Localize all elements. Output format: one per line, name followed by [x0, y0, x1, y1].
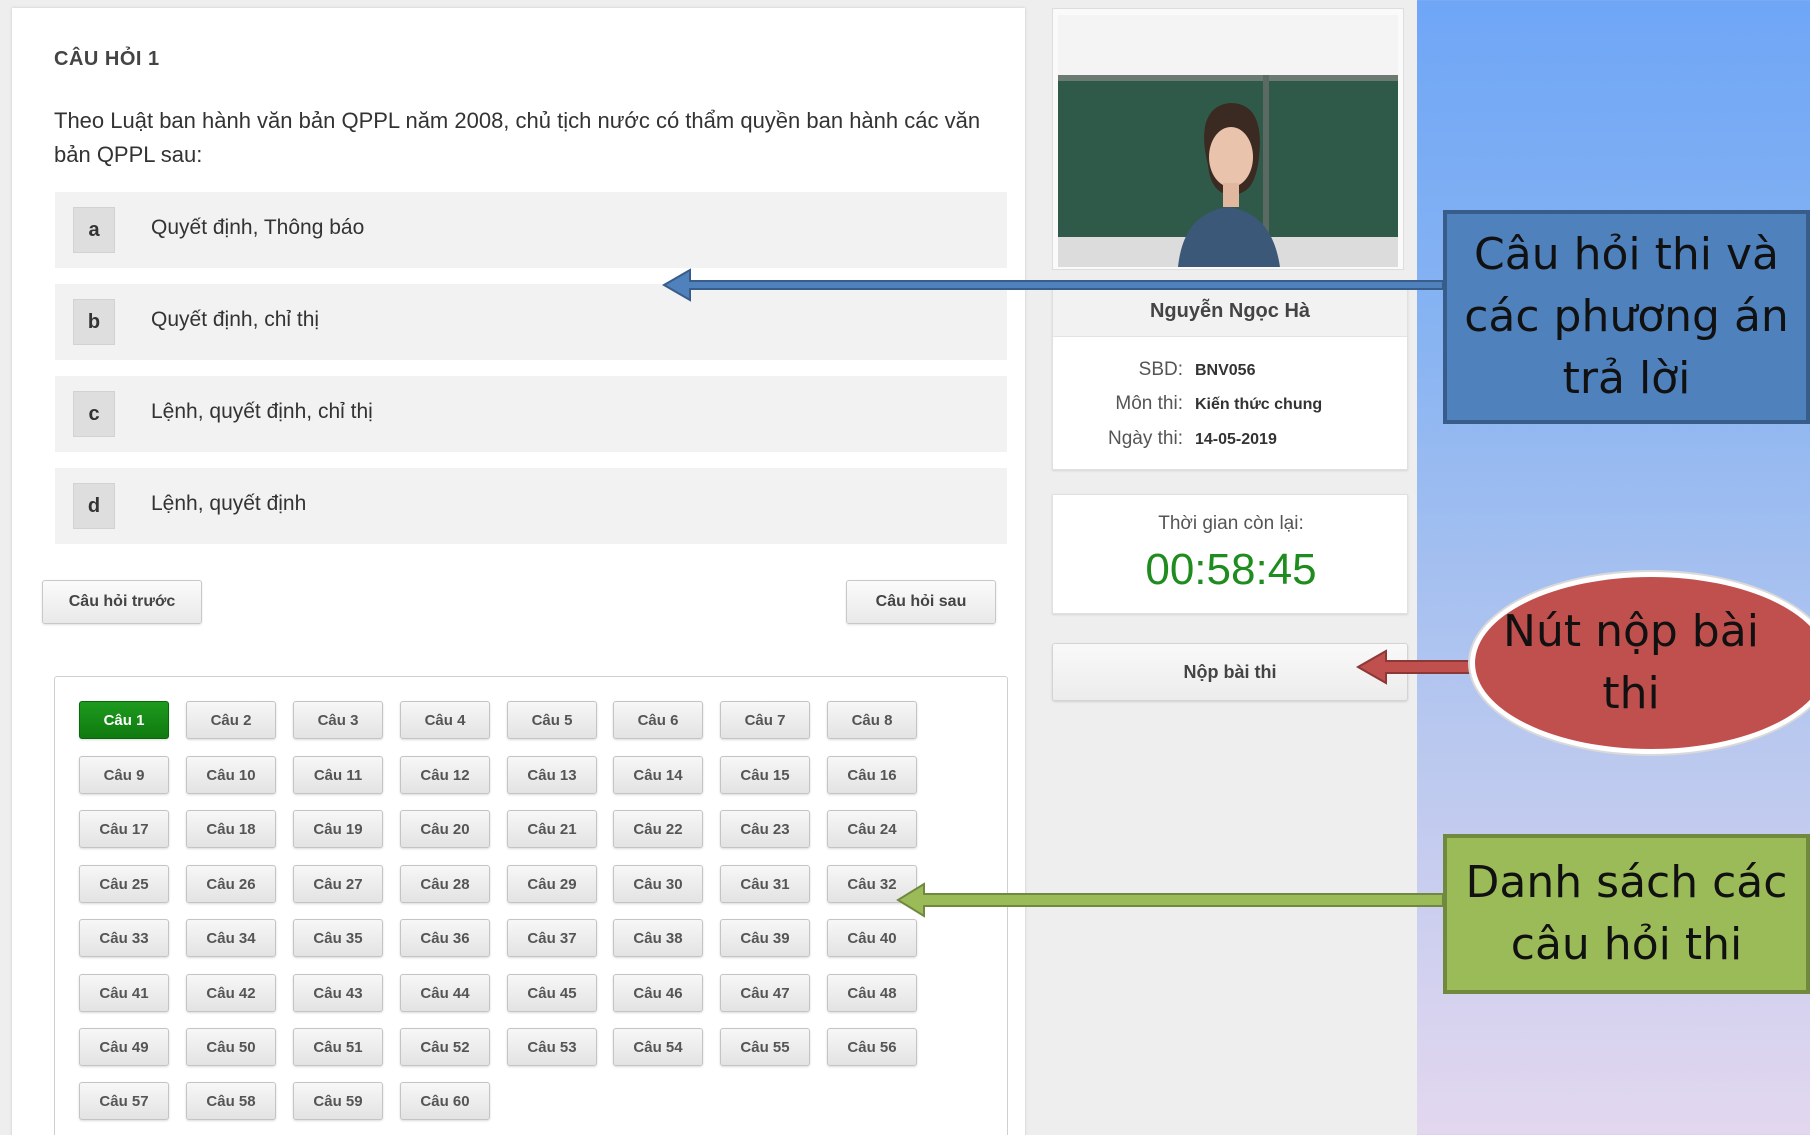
question-button[interactable]: Câu 35: [293, 919, 383, 957]
question-button[interactable]: Câu 23: [720, 810, 810, 848]
question-button[interactable]: Câu 7: [720, 701, 810, 739]
subject-label: Môn thi:: [1115, 393, 1183, 414]
question-button[interactable]: Câu 6: [613, 701, 703, 739]
question-button[interactable]: Câu 58: [186, 1082, 276, 1120]
option-c[interactable]: c Lệnh, quyết định, chỉ thị: [55, 376, 1007, 452]
callout-questions: Câu hỏi thi và các phương án trả lời: [1443, 210, 1810, 424]
question-panel: CÂU HỎI 1 Theo Luật ban hành văn bản QPP…: [12, 8, 1025, 1135]
question-button[interactable]: Câu 57: [79, 1082, 169, 1120]
question-button[interactable]: Câu 37: [507, 919, 597, 957]
question-button[interactable]: Câu 5: [507, 701, 597, 739]
question-button[interactable]: Câu 24: [827, 810, 917, 848]
question-button[interactable]: Câu 47: [720, 974, 810, 1012]
question-button[interactable]: Câu 46: [613, 974, 703, 1012]
question-button[interactable]: Câu 11: [293, 756, 383, 794]
question-text: Theo Luật ban hành văn bản QPPL năm 2008…: [54, 108, 981, 167]
question-button[interactable]: Câu 32: [827, 865, 917, 903]
question-button[interactable]: Câu 48: [827, 974, 917, 1012]
date-label: Ngày thi:: [1108, 428, 1183, 449]
question-button[interactable]: Câu 31: [720, 865, 810, 903]
question-button[interactable]: Câu 38: [613, 919, 703, 957]
submit-exam-button[interactable]: Nộp bài thi: [1052, 643, 1408, 701]
question-button[interactable]: Câu 39: [720, 919, 810, 957]
question-button[interactable]: Câu 34: [186, 919, 276, 957]
question-button[interactable]: Câu 15: [720, 756, 810, 794]
question-button[interactable]: Câu 4: [400, 701, 490, 739]
question-button[interactable]: Câu 20: [400, 810, 490, 848]
subject-value: Kiến thức chung: [1195, 396, 1323, 413]
question-button[interactable]: Câu 44: [400, 974, 490, 1012]
question-button[interactable]: Câu 60: [400, 1082, 490, 1120]
webcam-feed: [1052, 8, 1404, 270]
next-question-button[interactable]: Câu hỏi sau: [846, 580, 996, 624]
question-button[interactable]: Câu 2: [186, 701, 276, 739]
question-button[interactable]: Câu 49: [79, 1028, 169, 1066]
question-button[interactable]: Câu 17: [79, 810, 169, 848]
candidate-card: Nguyễn Ngọc Hà SBD: BNV056 Môn thi: Kiến…: [1052, 286, 1408, 470]
option-text: Lệnh, quyết định, chỉ thị: [151, 400, 373, 423]
option-key: a: [73, 207, 115, 253]
question-button[interactable]: Câu 30: [613, 865, 703, 903]
option-key: d: [73, 483, 115, 529]
question-button[interactable]: Câu 40: [827, 919, 917, 957]
question-button[interactable]: Câu 13: [507, 756, 597, 794]
timer-card: Thời gian còn lại: 00:58:45: [1052, 494, 1408, 614]
question-button[interactable]: Câu 36: [400, 919, 490, 957]
question-button[interactable]: Câu 54: [613, 1028, 703, 1066]
option-b[interactable]: b Quyết định, chỉ thị: [55, 284, 1007, 360]
option-key: b: [73, 299, 115, 345]
question-button[interactable]: Câu 51: [293, 1028, 383, 1066]
sbd-row: SBD: BNV056: [1053, 359, 1409, 387]
option-key: c: [73, 391, 115, 437]
question-button[interactable]: Câu 43: [293, 974, 383, 1012]
question-button[interactable]: Câu 25: [79, 865, 169, 903]
question-list: Câu 1 Câu 2 Câu 3 Câu 4 Câu 5 Câu 6 Câu 7 Câu 8…: [54, 676, 1008, 1135]
date-row: Ngày thi: 14-05-2019: [1053, 428, 1409, 456]
question-button[interactable]: Câu 52: [400, 1028, 490, 1066]
date-value: 14-05-2019: [1195, 431, 1277, 448]
sbd-value: BNV056: [1195, 362, 1256, 379]
question-button[interactable]: Câu 29: [507, 865, 597, 903]
timer-value: 00:58:45: [1145, 545, 1317, 594]
question-button[interactable]: Câu 19: [293, 810, 383, 848]
question-button[interactable]: Câu 22: [613, 810, 703, 848]
candidate-photo: [1058, 15, 1398, 267]
callout-question-list: Danh sách các câu hỏi thi: [1443, 834, 1810, 994]
question-button[interactable]: Câu 41: [79, 974, 169, 1012]
sbd-label: SBD:: [1138, 359, 1183, 380]
question-button[interactable]: Câu 14: [613, 756, 703, 794]
question-button[interactable]: Câu 1: [79, 701, 169, 739]
option-d[interactable]: d Lệnh, quyết định: [55, 468, 1007, 544]
timer-label: Thời gian còn lại:: [1158, 513, 1304, 534]
callout-submit: Nút nộp bài thi: [1470, 572, 1810, 754]
question-heading: CÂU HỎI 1: [54, 48, 160, 70]
question-button[interactable]: Câu 27: [293, 865, 383, 903]
question-button[interactable]: Câu 8: [827, 701, 917, 739]
option-text: Quyết định, chỉ thị: [151, 308, 320, 331]
question-button[interactable]: Câu 55: [720, 1028, 810, 1066]
question-button[interactable]: Câu 26: [186, 865, 276, 903]
question-button[interactable]: Câu 10: [186, 756, 276, 794]
question-button[interactable]: Câu 12: [400, 756, 490, 794]
question-button[interactable]: Câu 42: [186, 974, 276, 1012]
question-button[interactable]: Câu 21: [507, 810, 597, 848]
prev-question-button[interactable]: Câu hỏi trước: [42, 580, 202, 624]
question-button[interactable]: Câu 59: [293, 1082, 383, 1120]
option-text: Quyết định, Thông báo: [151, 216, 365, 239]
question-button[interactable]: Câu 16: [827, 756, 917, 794]
question-button[interactable]: Câu 3: [293, 701, 383, 739]
question-button[interactable]: Câu 28: [400, 865, 490, 903]
option-a[interactable]: a Quyết định, Thông báo: [55, 192, 1007, 268]
question-button[interactable]: Câu 53: [507, 1028, 597, 1066]
subject-row: Môn thi: Kiến thức chung: [1053, 393, 1409, 421]
question-button[interactable]: Câu 45: [507, 974, 597, 1012]
question-button[interactable]: Câu 9: [79, 756, 169, 794]
question-button[interactable]: Câu 18: [186, 810, 276, 848]
question-button[interactable]: Câu 56: [827, 1028, 917, 1066]
candidate-name: Nguyễn Ngọc Hà: [1053, 287, 1407, 337]
question-button[interactable]: Câu 33: [79, 919, 169, 957]
question-button[interactable]: Câu 50: [186, 1028, 276, 1066]
option-text: Lệnh, quyết định: [151, 492, 307, 515]
